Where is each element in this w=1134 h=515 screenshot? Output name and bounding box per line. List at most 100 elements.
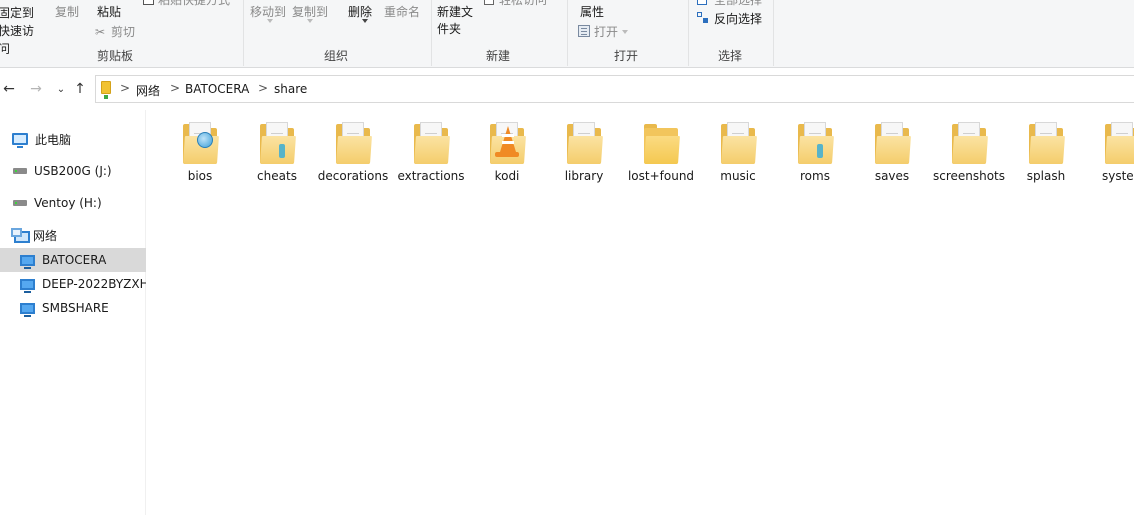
ribbon: 固定到快速访问 复制 粘贴 ✂ 剪切 粘贴快捷方式 剪贴板 移动到 复制到 删除… [0,0,1134,68]
group-divider [431,0,432,66]
folder-icon [721,122,757,164]
breadcrumb-batocera[interactable]: BATOCERA [185,82,249,96]
folder-bios-icon [183,122,219,164]
folder-name: bios [187,169,213,183]
folder-icon [260,122,296,164]
folder-name: screenshots [932,169,1006,183]
select-group-label: 选择 [717,49,742,63]
pin-quick-access-button[interactable]: 固定到快速访问 [0,4,44,58]
folder-icon [414,122,450,164]
group-divider [567,0,568,66]
arrow-right-icon: → [30,81,42,97]
select-all-icon [697,0,707,5]
paste-shortcut-icon [143,0,154,5]
pin-quick-access-label: 固定到快速访问 [0,6,35,56]
folder-item[interactable]: library [546,122,622,185]
copy-to-button[interactable]: 复制到 [292,4,328,20]
breadcrumb-network[interactable]: 网络 [136,82,160,99]
group-divider [773,0,774,66]
nav-item-usb200g[interactable]: USB200G (J:) [0,159,146,183]
folder-item[interactable]: screenshots [931,122,1007,185]
this-pc-icon [12,133,28,148]
folder-name: extractions [397,169,465,183]
open-button[interactable]: 打开 [594,24,618,40]
paste-shortcut-button[interactable]: 粘贴快捷方式 [158,0,230,8]
recent-locations-button[interactable]: ⌄ [52,80,70,98]
nav-item-ventoy[interactable]: Ventoy (H:) [0,191,146,215]
folder-item[interactable]: splash [1008,122,1084,185]
paste-button[interactable]: 粘贴 [97,4,121,20]
breadcrumb-share[interactable]: share [274,82,307,96]
folder-icon [952,122,988,164]
forward-button[interactable]: → [27,80,45,98]
cut-button[interactable]: 剪切 [111,24,135,40]
nav-item-label: 网络 [33,228,58,243]
nav-item-this-pc[interactable]: 此电脑 [0,127,146,151]
nav-item-label: SMBSHARE [42,301,109,315]
folder-icon [1029,122,1065,164]
select-all-button[interactable]: 全部选择 [714,0,762,8]
open-icon [578,25,590,37]
drive-icon [13,168,27,174]
folder-name: music [720,169,756,183]
folder-item[interactable]: extractions [393,122,469,185]
copy-button[interactable]: 复制 [55,4,79,20]
chevron-down-icon: ⌄ [56,83,66,95]
computer-icon [20,278,35,293]
address-bar[interactable]: > 网络 > BATOCERA > share [95,75,1134,103]
up-button[interactable]: ↑ [71,80,89,98]
organize-group-label: 组织 [323,49,348,63]
folder-item[interactable]: system [1085,122,1134,185]
folder-name: kodi [494,169,520,183]
nav-item-smbshare[interactable]: SMBSHARE [0,296,146,320]
nav-item-label: 此电脑 [35,132,72,147]
folder-name: roms [800,169,830,183]
chevron-down-icon [267,19,273,23]
folder-icon [798,122,834,164]
folder-empty-icon [644,122,680,164]
folder-item[interactable]: saves [854,122,930,185]
new-folder-button[interactable]: 新建文件夹 [437,4,475,38]
folder-item[interactable]: lost+found [623,122,699,185]
back-button[interactable]: ← [0,80,18,98]
drive-icon [13,200,27,206]
folder-kodi-icon [490,122,526,164]
clipboard-group-label: 剪贴板 [96,49,133,63]
folder-item[interactable]: roms [777,122,853,185]
nav-item-deep-2022byzxh[interactable]: DEEP-2022BYZXH [0,272,146,296]
folder-item[interactable]: kodi [469,122,545,185]
rename-button[interactable]: 重命名 [384,4,420,20]
folder-name: system [1102,169,1134,183]
scissors-icon: ✂ [95,25,106,39]
nav-item-network[interactable]: 网络 [0,223,146,247]
chevron-down-icon [622,30,628,34]
breadcrumb-separator: > [170,81,181,95]
folder-item[interactable]: cheats [239,122,315,185]
properties-button[interactable]: 属性 [580,4,604,20]
new-group-label: 新建 [485,49,510,63]
group-divider [688,0,689,66]
arrow-left-icon: ← [3,81,15,97]
folder-item[interactable]: decorations [315,122,391,185]
folder-name: saves [874,169,910,183]
nav-item-label: DEEP-2022BYZXH [42,277,146,291]
new-folder-label: 新建文件夹 [437,5,474,36]
navigation-pane: 此电脑 USB200G (J:) Ventoy (H:) 网络 BATOCERA… [0,110,146,515]
easy-access-button[interactable]: 轻松访问 [499,0,547,8]
folder-name: cheats [257,169,297,183]
nav-item-batocera[interactable]: BATOCERA [0,248,146,272]
computer-icon [20,302,35,317]
move-to-button[interactable]: 移动到 [250,4,286,20]
delete-button[interactable]: 删除 [348,4,372,20]
folder-item[interactable]: bios [162,122,238,185]
folder-name: splash [1026,169,1066,183]
chevron-down-icon [307,19,313,23]
computer-icon [20,254,35,269]
folder-icon [336,122,372,164]
folder-item[interactable]: music [700,122,776,185]
folder-name: decorations [317,169,389,183]
invert-selection-button[interactable]: 反向选择 [714,11,762,27]
file-list: bios cheats decorations extractions kodi… [147,110,1134,515]
folder-icon [1105,122,1134,164]
arrow-up-icon: ↑ [74,81,86,97]
